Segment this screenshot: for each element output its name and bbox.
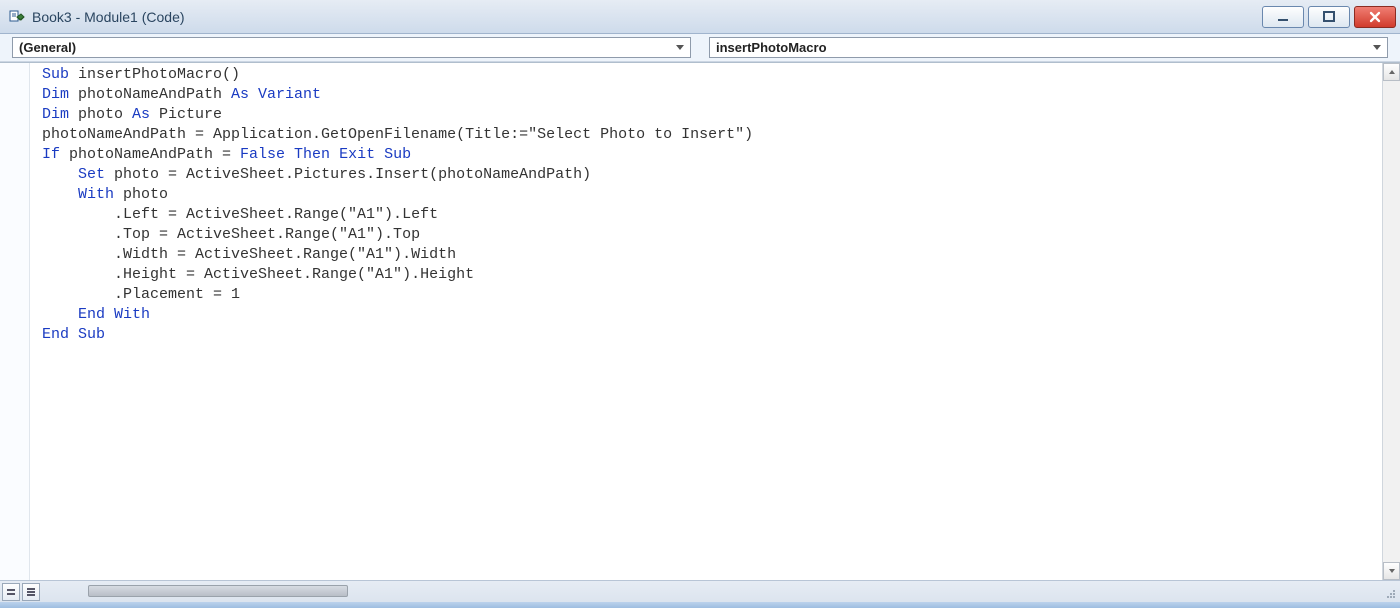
editor-wrap: Sub insertPhotoMacro()Dim photoNameAndPa…	[0, 62, 1400, 580]
horizontal-scroll-thumb[interactable]	[88, 585, 348, 597]
procedure-dropdown-value: insertPhotoMacro	[716, 40, 1373, 55]
code-line: Set photo = ActiveSheet.Pictures.Insert(…	[42, 165, 1378, 185]
code-line: Sub insertPhotoMacro()	[42, 65, 1378, 85]
code-line: End Sub	[42, 325, 1378, 345]
footer-strip	[0, 602, 1400, 608]
code-line: .Top = ActiveSheet.Range("A1").Top	[42, 225, 1378, 245]
vertical-scrollbar[interactable]	[1382, 63, 1400, 580]
dropdown-bar: (General) insertPhotoMacro	[0, 34, 1400, 62]
full-module-view-button[interactable]	[22, 583, 40, 601]
bottom-bar	[0, 580, 1400, 602]
code-line: With photo	[42, 185, 1378, 205]
maximize-button[interactable]	[1308, 6, 1350, 28]
code-line: .Width = ActiveSheet.Range("A1").Width	[42, 245, 1378, 265]
code-line: .Left = ActiveSheet.Range("A1").Left	[42, 205, 1378, 225]
code-window: Book3 - Module1 (Code) (General) insertP…	[0, 0, 1400, 608]
code-editor[interactable]: Sub insertPhotoMacro()Dim photoNameAndPa…	[30, 63, 1382, 580]
procedure-view-button[interactable]	[2, 583, 20, 601]
chevron-down-icon	[1373, 45, 1381, 50]
code-line: End With	[42, 305, 1378, 325]
code-line: .Placement = 1	[42, 285, 1378, 305]
code-line: .Height = ActiveSheet.Range("A1").Height	[42, 265, 1378, 285]
resize-grip[interactable]	[1380, 583, 1398, 601]
minimize-button[interactable]	[1262, 6, 1304, 28]
titlebar[interactable]: Book3 - Module1 (Code)	[0, 0, 1400, 34]
close-button[interactable]	[1354, 6, 1396, 28]
scroll-down-button[interactable]	[1383, 562, 1400, 580]
chevron-down-icon	[676, 45, 684, 50]
code-line: Dim photoNameAndPath As Variant	[42, 85, 1378, 105]
code-line: Dim photo As Picture	[42, 105, 1378, 125]
horizontal-scrollbar[interactable]	[48, 583, 1380, 601]
procedure-dropdown[interactable]: insertPhotoMacro	[709, 37, 1388, 58]
window-controls	[1262, 6, 1396, 28]
window-title: Book3 - Module1 (Code)	[32, 9, 1262, 25]
scroll-up-button[interactable]	[1383, 63, 1400, 81]
margin-indicator-bar[interactable]	[0, 63, 30, 580]
object-dropdown[interactable]: (General)	[12, 37, 691, 58]
object-dropdown-value: (General)	[19, 40, 676, 55]
code-line: photoNameAndPath = Application.GetOpenFi…	[42, 125, 1378, 145]
code-line: If photoNameAndPath = False Then Exit Su…	[42, 145, 1378, 165]
module-icon	[8, 8, 26, 26]
